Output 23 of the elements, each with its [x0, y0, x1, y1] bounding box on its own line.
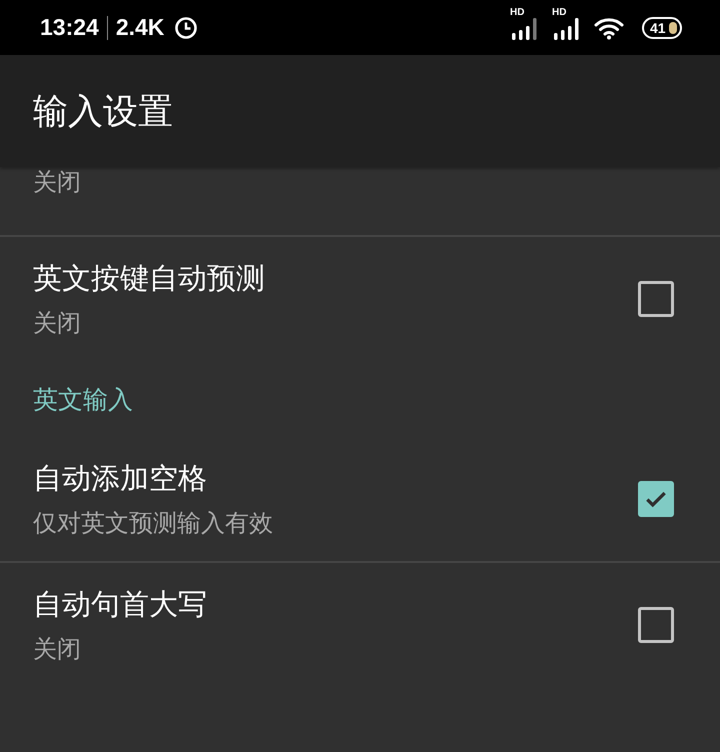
network-speed: 2.4K — [116, 14, 164, 41]
clock-icon — [174, 16, 198, 40]
setting-subtitle: 关闭 — [33, 634, 82, 665]
setting-title: 自动添加空格 — [33, 460, 208, 497]
clock-time: 13:24 — [40, 14, 99, 41]
checkbox[interactable] — [638, 281, 674, 317]
setting-item[interactable]: 英文按键自动预测 关闭 — [0, 237, 720, 361]
page-title: 输入设置 — [33, 90, 173, 134]
battery-level: 41 — [650, 20, 666, 36]
setting-title: 自动句首大写 — [33, 586, 208, 623]
wifi-icon — [594, 16, 624, 40]
checkbox[interactable] — [638, 481, 674, 517]
setting-subtitle: 关闭 — [33, 167, 81, 198]
section-header: 英文输入 — [33, 384, 133, 416]
hd-label: HD — [552, 6, 566, 18]
setting-item[interactable]: 自动句首大写 关闭 — [0, 563, 720, 687]
hd-label: HD — [510, 6, 524, 18]
setting-item[interactable]: 自动添加空格 仅对英文预测输入有效 — [0, 437, 720, 561]
setting-title: 英文按键自动预测 — [33, 260, 266, 297]
setting-subtitle: 关闭 — [33, 308, 82, 339]
setting-subtitle: 仅对英文预测输入有效 — [33, 508, 274, 539]
checkbox[interactable] — [638, 607, 674, 643]
battery-icon — [642, 16, 682, 38]
